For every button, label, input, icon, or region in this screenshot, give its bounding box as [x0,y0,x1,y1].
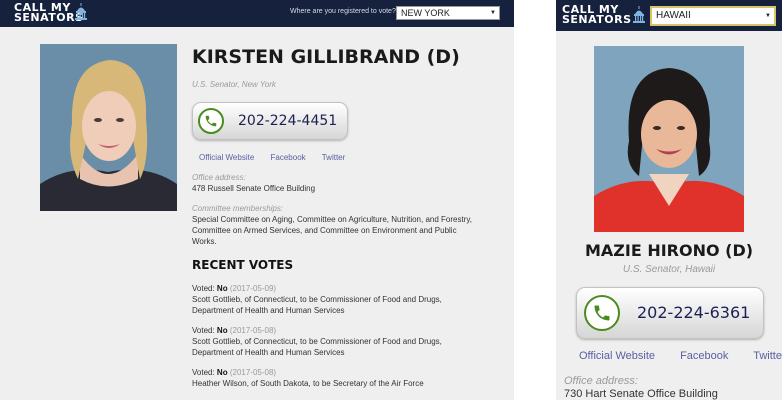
office-address: 730 Hart Senate Office Building [564,388,718,400]
senator-name: MAZIE HIRONO (D) [584,241,754,260]
vote-item: Voted: No (2017-05-08) Heather Wilson, o… [192,367,482,389]
senator-name: KIRSTEN GILLIBRAND (D) [192,46,460,68]
capitol-icon [633,6,645,23]
recent-votes-heading: RECENT VOTES [192,258,294,272]
phone-number: 202-224-4451 [238,113,338,129]
vote-value: No [216,368,228,377]
social-links: Official Website Facebook Twitter [579,350,782,362]
header-bar: CALL MY SENATORS Where are you registere… [0,0,514,27]
vote-value: No [216,326,228,335]
twitter-link[interactable]: Twitter [753,350,782,362]
senator-role: U.S. Senator, Hawaii [622,264,716,275]
call-button[interactable]: 202-224-6361 [576,287,764,339]
chevron-down-icon: ▼ [490,10,496,16]
vote-item: Voted: No (2017-05-09) Scott Gottlieb, o… [192,283,482,316]
phone-icon [198,108,224,134]
capitol-icon [75,3,87,20]
vote-item: Voted: No (2017-05-08) Scott Gottlieb, o… [192,325,482,358]
desktop-view: CALL MY SENATORS Where are you registere… [0,0,514,400]
state-select[interactable]: HAWAII ▼ [650,6,776,26]
senator-role: U.S. Senator, New York [192,80,276,89]
logo-line2: SENATORS [562,13,632,26]
office-address: 478 Russell Senate Office Building [192,184,316,193]
social-links: Official Website Facebook Twitter [199,153,359,162]
mobile-view: CALL MY SENATORS HAWAII ▼ MAZIE HIRONO (… [556,0,782,400]
office-address-label: Office address: [564,375,638,387]
committee-label: Committee memberships: [192,204,284,213]
state-select[interactable]: NEW YORK ▼ [396,6,500,20]
vote-date: (2017-05-08) [229,326,277,335]
vote-date: (2017-05-08) [229,368,277,377]
vote-description: Heather Wilson, of South Dakota, to be S… [192,379,424,388]
official-website-link[interactable]: Official Website [199,153,254,162]
phone-number: 202-224-6361 [637,303,751,322]
logo[interactable]: CALL MY SENATORS [14,2,87,23]
vote-description: Scott Gottlieb, of Connecticut, to be Co… [192,337,442,357]
state-select-value: HAWAII [656,10,691,21]
office-address-label: Office address: [192,173,246,182]
facebook-link[interactable]: Facebook [680,350,728,362]
registered-label: Where are you registered to vote? [290,8,396,15]
facebook-link[interactable]: Facebook [271,153,306,162]
phone-icon [584,295,620,331]
vote-prefix: Voted: [192,368,215,377]
logo[interactable]: CALL MY SENATORS [562,4,645,26]
twitter-link[interactable]: Twitter [322,153,346,162]
vote-description: Scott Gottlieb, of Connecticut, to be Co… [192,295,442,315]
senator-photo [40,44,177,211]
call-button[interactable]: 202-224-4451 [192,102,348,140]
vote-date: (2017-05-09) [229,284,277,293]
vote-prefix: Voted: [192,284,215,293]
senator-photo [594,46,744,232]
vote-value: No [216,284,228,293]
chevron-down-icon: ▼ [765,13,771,19]
vote-prefix: Voted: [192,326,215,335]
state-select-value: NEW YORK [401,8,450,18]
header-bar: CALL MY SENATORS HAWAII ▼ [556,0,782,31]
official-website-link[interactable]: Official Website [579,350,655,362]
committee-list: Special Committee on Aging, Committee on… [192,215,472,246]
